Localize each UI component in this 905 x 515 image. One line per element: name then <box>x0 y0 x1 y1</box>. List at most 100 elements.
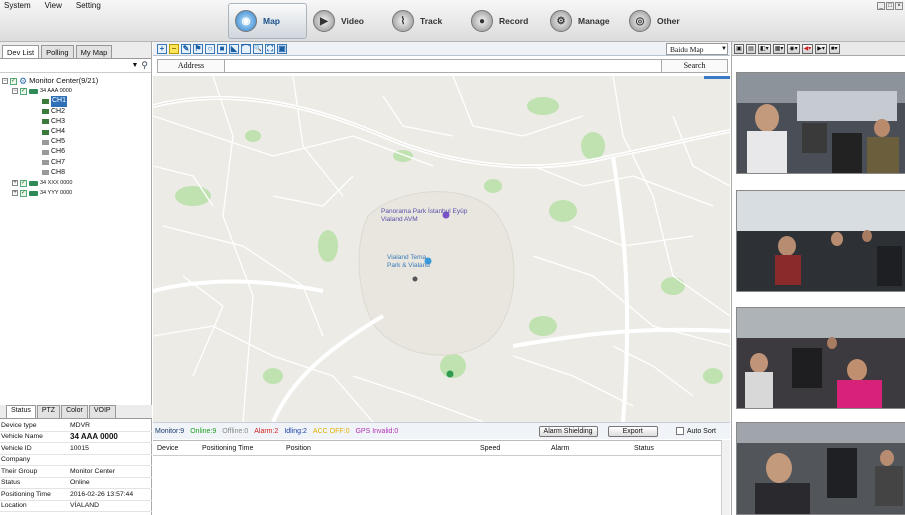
circle-icon[interactable]: ○ <box>205 43 215 54</box>
nav-record[interactable]: ● Record <box>465 3 544 39</box>
chevron-down-icon: ▼ <box>721 46 727 52</box>
other-icon: ◎ <box>629 10 651 32</box>
nav-map[interactable]: ◉ Map <box>228 3 307 39</box>
tree-channel[interactable]: CH4 <box>2 127 149 137</box>
map-panel: + − ✎ ⚑ ○ ■ ◣ ⌒ 🔍 ⛶ ▣ Baidu Map ▼ Address… <box>153 42 730 515</box>
tree-channel[interactable]: CH7 <box>2 158 149 168</box>
layers-icon[interactable]: ▣ <box>277 43 287 54</box>
export-button[interactable]: Export <box>607 425 658 437</box>
tree-channel[interactable]: CH5 <box>2 137 149 147</box>
search-button[interactable]: Search <box>662 59 728 73</box>
video-tile-4[interactable] <box>736 422 905 515</box>
snapshot-icon[interactable]: ◉▾ <box>787 43 800 54</box>
tab-my-map[interactable]: My Map <box>75 45 113 58</box>
col-device[interactable]: Device <box>157 445 178 452</box>
tree-channel[interactable]: CH3 <box>2 117 149 127</box>
tab-polling[interactable]: Polling <box>41 45 74 58</box>
checkbox-vehicle-3[interactable]: ✓ <box>20 189 27 197</box>
layout-icon[interactable]: ▣ <box>734 43 744 54</box>
bus-icon <box>29 180 38 186</box>
maximize-icon[interactable]: □ <box>886 2 894 10</box>
split-icon[interactable]: ▦▾ <box>772 43 786 54</box>
map-provider-select[interactable]: Baidu Map ▼ <box>666 43 728 55</box>
search-icon[interactable]: ⚲ <box>141 60 148 71</box>
nav-other[interactable]: ◎ Other <box>623 3 702 39</box>
checkbox-vehicle-1[interactable]: ✓ <box>20 87 27 95</box>
menu-system[interactable]: System <box>4 1 31 10</box>
expand-icon[interactable]: + <box>12 180 18 187</box>
camera-icon <box>42 160 49 166</box>
collapse-icon[interactable]: − <box>2 78 8 85</box>
alarm-shielding-button[interactable]: Alarm Shielding <box>538 425 598 437</box>
zoom-in-icon[interactable]: + <box>157 43 167 54</box>
camera-icon[interactable]: ◧▾ <box>758 43 771 54</box>
gear-icon: ⚙ <box>19 76 28 86</box>
menu-setting[interactable]: Setting <box>76 1 101 10</box>
menu-view[interactable]: View <box>45 1 62 10</box>
tab-ptz[interactable]: PTZ <box>36 405 61 418</box>
video-panel: ▣ ▤ ◧▾ ▦▾ ◉▾ ◀▾ ▶▾ ■▾ <box>731 42 905 515</box>
stop-icon[interactable]: ■▾ <box>828 43 840 54</box>
dropdown-arrow-icon[interactable]: ▼ <box>131 62 138 69</box>
tab-voip[interactable]: VOIP <box>88 405 116 418</box>
status-counts-bar: Monitor:9 Online:9 Offline:0 Alarm:2 Idl… <box>153 422 730 439</box>
fullscreen-icon[interactable]: ⛶ <box>265 43 275 54</box>
tree-root[interactable]: − ✓ ⚙ Monitor Center(9/21) <box>2 76 149 86</box>
nav-track[interactable]: ⌇ Track <box>386 3 465 39</box>
tree-channel[interactable]: CH2 <box>2 107 149 117</box>
tab-status[interactable]: Status <box>6 405 36 418</box>
tree-vehicle-3[interactable]: + ✓ 34 YYY 0000 <box>2 188 149 198</box>
video-tile-1[interactable] <box>736 72 905 174</box>
poi-icon <box>446 370 454 378</box>
nav-video[interactable]: ▶ Video <box>307 3 386 39</box>
video-tile-3[interactable] <box>736 307 905 409</box>
auto-sort-checkbox[interactable] <box>675 427 684 435</box>
grid-scrollbar[interactable] <box>721 440 730 515</box>
col-positioning-time[interactable]: Positioning Time <box>202 445 253 452</box>
col-status[interactable]: Status <box>634 445 654 452</box>
tab-dev-list[interactable]: Dev List <box>2 45 40 58</box>
count-gps-invalid: GPS Invalid:0 <box>355 427 399 435</box>
camera-icon <box>42 129 49 135</box>
play-icon[interactable]: ▶▾ <box>815 43 827 54</box>
count-online: Online:9 <box>190 427 217 435</box>
tree-channel[interactable]: CH8 <box>2 168 149 178</box>
video-toolbar: ▣ ▤ ◧▾ ▦▾ ◉▾ ◀▾ ▶▾ ■▾ <box>732 42 905 56</box>
expand-icon[interactable]: + <box>12 190 18 197</box>
nav-manage[interactable]: ⚙ Manage <box>544 3 623 39</box>
checkbox-root[interactable]: ✓ <box>10 77 17 85</box>
bus-interior-image <box>737 73 905 173</box>
tree-vehicle-1[interactable]: − ✓ 34 AAA 0000 <box>2 86 149 96</box>
address-input[interactable] <box>225 59 662 73</box>
checkbox-vehicle-2[interactable]: ✓ <box>20 179 27 187</box>
tree-vehicle-2[interactable]: + ✓ 34 XXX 0000 <box>2 178 149 188</box>
close-icon[interactable]: × <box>895 2 903 10</box>
col-alarm[interactable]: Alarm <box>551 445 569 452</box>
layout-icon[interactable]: ▤ <box>746 43 756 54</box>
vehicle-marker-icon <box>412 276 418 282</box>
volume-icon[interactable]: ◀▾ <box>801 43 814 54</box>
zoom-out-icon[interactable]: − <box>169 43 179 54</box>
polygon-icon[interactable]: ◣ <box>229 43 239 54</box>
tree-channel[interactable]: CH6 <box>2 147 149 157</box>
camera-icon <box>42 99 49 104</box>
address-label: Address <box>157 59 225 73</box>
minimize-icon[interactable]: _ <box>877 2 885 10</box>
vehicle-3-label: 34 YYY 0000 <box>40 190 73 197</box>
poi-label-park2: Vialand Tema Park & Vialand <box>387 254 430 269</box>
manage-icon: ⚙ <box>550 10 572 32</box>
rectangle-icon[interactable]: ■ <box>217 43 227 54</box>
flag-icon[interactable]: ⚑ <box>193 43 203 54</box>
line-icon[interactable]: ⌒ <box>241 43 251 54</box>
collapse-icon[interactable]: − <box>12 88 18 95</box>
map-corner-tab <box>704 76 730 79</box>
video-tile-2[interactable] <box>736 190 905 292</box>
col-speed[interactable]: Speed <box>480 445 500 452</box>
map-canvas[interactable]: Panorama Park İstanbul Eyüp Vialand AVM … <box>153 76 730 422</box>
tab-color[interactable]: Color <box>61 405 88 418</box>
search-icon[interactable]: 🔍 <box>253 43 263 54</box>
draw-icon[interactable]: ✎ <box>181 43 191 54</box>
tree-channel[interactable]: CH1 <box>2 96 149 107</box>
vehicle-1-label: 34 AAA 0000 <box>40 88 72 95</box>
col-position[interactable]: Position <box>286 445 311 452</box>
